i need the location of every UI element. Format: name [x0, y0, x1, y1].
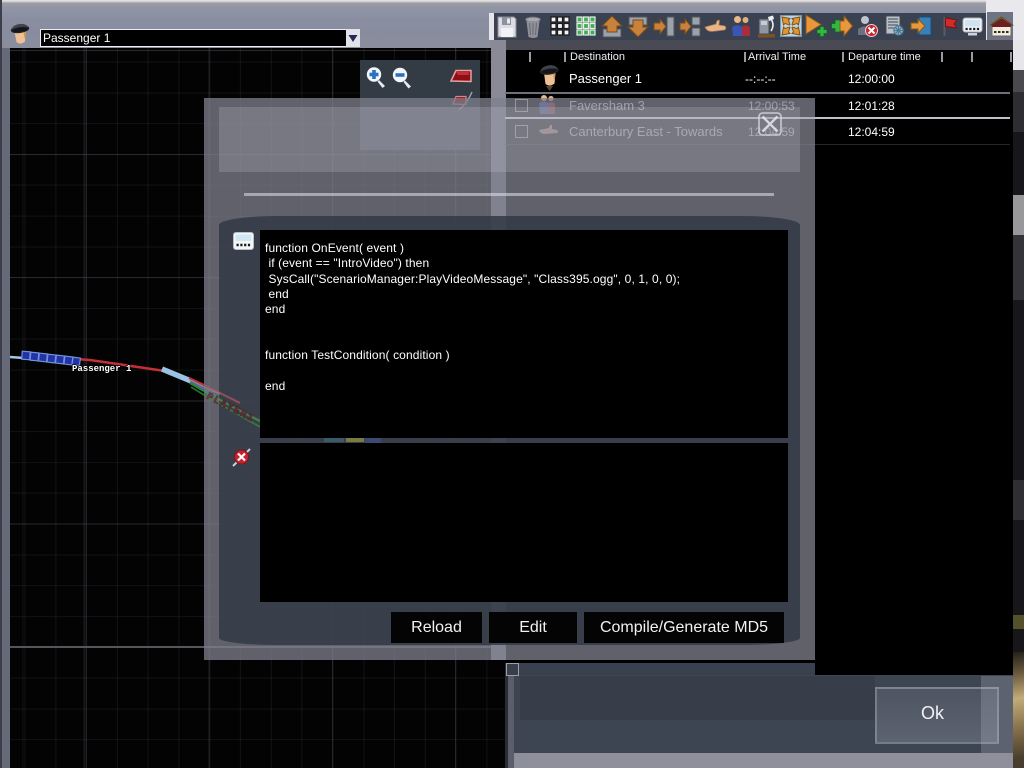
svg-text:PLAYER1: PLAYER1	[204, 392, 256, 426]
svg-text:Passenger 1: Passenger 1	[72, 364, 132, 374]
